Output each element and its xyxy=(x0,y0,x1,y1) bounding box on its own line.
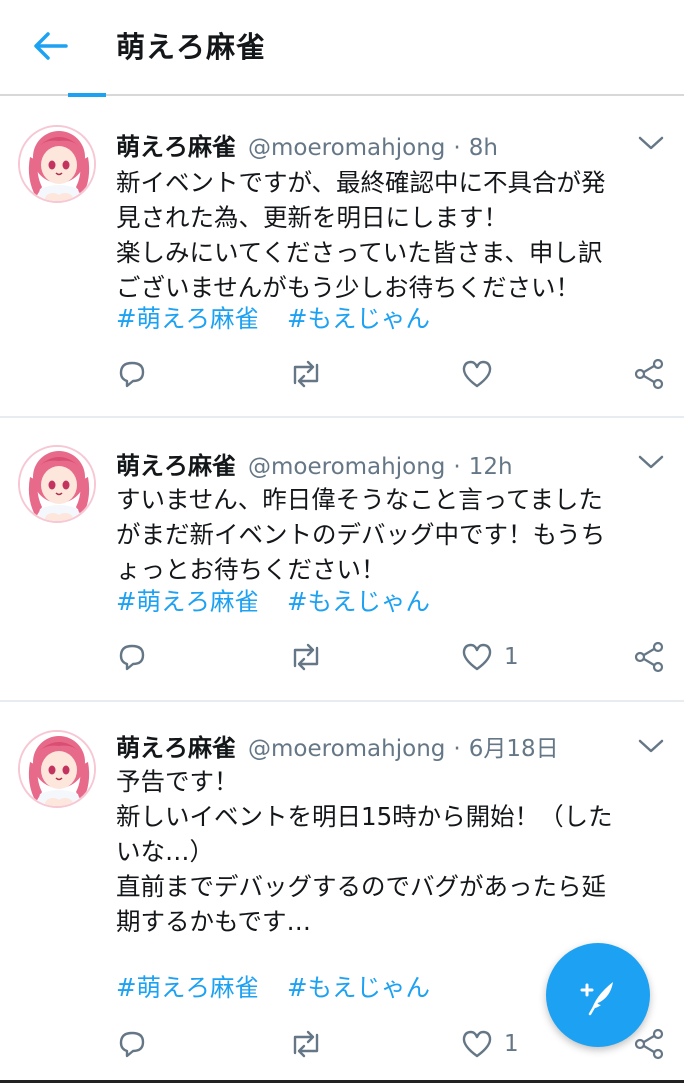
chevron-down-icon xyxy=(638,739,664,753)
retweet-button[interactable] xyxy=(286,354,326,394)
tweet-text-line: 予告です！ xyxy=(116,767,239,796)
tweet-text-line: ょっとお待ちください！ xyxy=(116,555,386,584)
share-icon xyxy=(634,641,664,673)
avatar[interactable] xyxy=(18,125,96,203)
like-button[interactable]: 1 xyxy=(460,1024,519,1064)
retweet-icon xyxy=(293,1030,319,1058)
tweet-text-line: 直前までデバッグするのでバグがあったら延 xyxy=(116,872,606,901)
reply-button[interactable] xyxy=(114,354,150,394)
compose-tweet-button[interactable] xyxy=(546,943,650,1047)
twitter-profile-timeline: 萌えろ麻雀 萌えろ麻雀 @moeromahjong · 8h 新イベントですが、… xyxy=(0,0,684,1083)
compose-tweet-icon xyxy=(580,982,613,1016)
heart-icon xyxy=(462,643,492,671)
tweet-timestamp[interactable]: 12h xyxy=(469,454,513,480)
avatar[interactable] xyxy=(18,730,96,808)
tweet-text-line: いな…） xyxy=(116,837,214,866)
tweet-timestamp[interactable]: 8h xyxy=(469,135,498,161)
author-handle[interactable]: @moeromahjong xyxy=(248,736,445,762)
tweet-header: 萌えろ麻雀 @moeromahjong · 6月18日 xyxy=(116,728,559,762)
retweet-icon xyxy=(293,643,319,671)
reply-icon xyxy=(119,1031,145,1058)
tweet-text: 予告です！ 新しいイベントを明日15時から開始！（した いな…） 直前までデバッ… xyxy=(116,764,661,939)
tweet-text-line: 新イベントですが、最終確認中に不具合が発 xyxy=(116,168,606,197)
reply-button[interactable] xyxy=(114,637,150,677)
tweet-text-line: ございませんがもう少しお待ちください！ xyxy=(116,273,581,302)
reply-icon xyxy=(119,361,145,388)
hashtag-link[interactable]: #もえじゃん xyxy=(287,301,430,336)
separator-dot: · xyxy=(453,736,461,762)
arrow-left-icon xyxy=(34,32,68,60)
tweet-text-line: すいません、昨日偉そうなこと言ってました xyxy=(116,485,603,514)
tweet-menu-button[interactable] xyxy=(636,736,666,760)
share-icon xyxy=(634,358,664,390)
retweet-button[interactable] xyxy=(286,1024,326,1064)
tweet-text-line: 期するかもです… xyxy=(116,907,312,936)
tweet-text: すいません、昨日偉そうなこと言ってました がまだ新イベントのデバッグ中です！もう… xyxy=(116,482,661,587)
retweet-button[interactable] xyxy=(286,637,326,677)
back-button[interactable] xyxy=(30,28,70,64)
separator-dot: · xyxy=(453,454,461,480)
tweet-menu-button[interactable] xyxy=(636,452,666,476)
reply-button[interactable] xyxy=(114,1024,150,1064)
share-button[interactable] xyxy=(632,1024,668,1064)
author-name[interactable]: 萌えろ麻雀 xyxy=(116,446,236,481)
hashtag-link[interactable]: #もえじゃん xyxy=(287,584,430,619)
separator-dot: · xyxy=(453,135,461,161)
like-button[interactable]: 1 xyxy=(460,637,519,677)
share-icon xyxy=(634,1028,664,1060)
share-button[interactable] xyxy=(632,354,668,394)
tweet-text-line: 楽しみにいてくださっていた皆さま、申し訳 xyxy=(116,238,603,267)
like-count: 1 xyxy=(504,644,519,670)
author-name[interactable]: 萌えろ麻雀 xyxy=(116,127,236,162)
retweet-icon xyxy=(293,360,319,388)
top-app-bar: 萌えろ麻雀 xyxy=(0,0,684,92)
author-name[interactable]: 萌えろ麻雀 xyxy=(116,728,236,763)
heart-icon xyxy=(462,1030,492,1058)
share-button[interactable] xyxy=(632,637,668,677)
tweet-text-line: 新しいイベントを明日15時から開始！（した xyxy=(116,802,613,831)
tweet-text-line: がまだ新イベントのデバッグ中です！もうち xyxy=(116,520,606,549)
like-button[interactable] xyxy=(460,354,504,394)
tweet-header: 萌えろ麻雀 @moeromahjong · 12h xyxy=(116,446,513,480)
tweet[interactable]: 萌えろ麻雀 @moeromahjong · 8h 新イベントですが、最終確認中に… xyxy=(0,97,684,417)
hashtag-link[interactable]: #萌えろ麻雀 xyxy=(116,584,259,619)
tweet-timestamp[interactable]: 6月18日 xyxy=(469,729,559,763)
hashtag-link[interactable]: #萌えろ麻雀 xyxy=(116,970,259,1005)
tweet-text: 新イベントですが、最終確認中に不具合が発 見された為、更新を明日にします！ 楽し… xyxy=(116,165,661,305)
like-count: 1 xyxy=(504,1031,519,1057)
heart-icon xyxy=(462,360,492,388)
hashtags: #萌えろ麻雀 #もえじゃん xyxy=(116,301,430,336)
tweet-menu-button[interactable] xyxy=(636,133,666,157)
tweet-header: 萌えろ麻雀 @moeromahjong · 8h xyxy=(116,127,498,161)
chevron-down-icon xyxy=(638,455,664,469)
chevron-down-icon xyxy=(638,136,664,150)
hashtag-link[interactable]: #もえじゃん xyxy=(287,970,430,1005)
author-handle[interactable]: @moeromahjong xyxy=(248,135,445,161)
page-title: 萌えろ麻雀 xyxy=(116,30,267,64)
tweet[interactable]: 萌えろ麻雀 @moeromahjong · 12h すいません、昨日偉そうなこと… xyxy=(0,418,684,700)
hashtag-link[interactable]: #萌えろ麻雀 xyxy=(116,301,259,336)
tweet-actions: 1 xyxy=(0,637,684,677)
reply-icon xyxy=(119,644,145,671)
hashtags: #萌えろ麻雀 #もえじゃん xyxy=(116,970,430,1005)
avatar[interactable] xyxy=(18,445,96,523)
tweet-actions xyxy=(0,354,684,394)
author-handle[interactable]: @moeromahjong xyxy=(248,454,445,480)
tweet-text-line: 見された為、更新を明日にします！ xyxy=(116,203,508,232)
hashtags: #萌えろ麻雀 #もえじゃん xyxy=(116,584,430,619)
